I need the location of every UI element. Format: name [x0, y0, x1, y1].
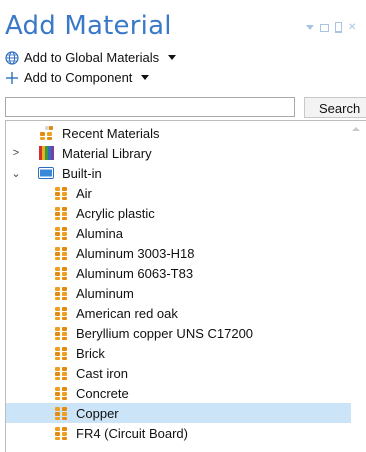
tree-item-label: FR4 (Circuit Board) — [76, 425, 188, 441]
tree-item-material[interactable]: Air — [6, 183, 351, 203]
add-to-component-button[interactable]: Add to Component — [5, 70, 150, 85]
tree-item-recent-materials[interactable]: Recent Materials — [6, 123, 351, 143]
tree-item-material-library[interactable]: > Material Library — [6, 143, 351, 163]
chevron-down-icon — [141, 75, 150, 80]
tree-item-material[interactable]: Cast iron — [6, 363, 351, 383]
search-input[interactable] — [5, 97, 295, 117]
tree-item-material[interactable]: Beryllium copper UNS C17200 — [6, 323, 351, 343]
tree-item-label: Acrylic plastic — [76, 205, 155, 221]
scroll-up-icon[interactable] — [352, 127, 360, 131]
material-icon — [54, 346, 68, 360]
add-to-global-materials-label: Add to Global Materials — [24, 50, 160, 65]
maximize-icon[interactable] — [320, 23, 329, 32]
tree-item-label: American red oak — [76, 305, 178, 321]
globe-icon — [5, 50, 19, 65]
material-icon — [54, 226, 68, 240]
tree-item-label: Cast iron — [76, 365, 129, 381]
tree-item-label: Recent Materials — [62, 125, 160, 141]
material-icon — [54, 366, 68, 380]
tree-item-label: Built-in — [62, 165, 102, 181]
tree-item-built-in[interactable]: ⌄ Built-in — [6, 163, 351, 183]
tree-item-material[interactable]: FR4 (Circuit Board) — [6, 423, 351, 443]
tree-item-material[interactable]: Aluminum 6063-T83 — [6, 263, 351, 283]
material-icon — [54, 406, 68, 420]
material-icon — [54, 286, 68, 300]
plus-icon — [5, 71, 19, 85]
tree-item-material[interactable]: American red oak — [6, 303, 351, 323]
tree-item-label: Brick — [76, 345, 105, 361]
material-icon — [54, 306, 68, 320]
search-button[interactable]: Search — [304, 97, 366, 118]
chevron-down-icon — [168, 55, 177, 60]
tree-item-label: Beryllium copper UNS C17200 — [76, 325, 254, 341]
chevron-down-icon[interactable]: ⌄ — [11, 167, 21, 180]
search-bar: Search — [5, 97, 366, 119]
material-icon — [54, 186, 68, 200]
folder-icon — [38, 166, 54, 180]
add-to-component-label: Add to Component — [24, 70, 133, 85]
tree-item-material[interactable]: Copper — [6, 403, 351, 423]
material-icon — [54, 426, 68, 440]
window-controls: ✕ — [306, 22, 356, 33]
tree-item-material[interactable]: Aluminum 3003-H18 — [6, 243, 351, 263]
pin-icon[interactable] — [335, 22, 342, 33]
tree-item-label: Concrete — [76, 385, 129, 401]
chevron-right-icon[interactable]: > — [11, 147, 21, 159]
panel-title: Add Material — [5, 11, 172, 41]
material-icon — [54, 386, 68, 400]
tree-item-material[interactable]: Concrete — [6, 383, 351, 403]
tree-item-material[interactable]: Aluminum — [6, 283, 351, 303]
material-tree[interactable]: Recent Materials > Material Library ⌄ Bu… — [5, 120, 366, 452]
library-icon — [39, 146, 54, 160]
material-icon — [54, 246, 68, 260]
material-icon — [54, 266, 68, 280]
add-to-global-materials-button[interactable]: Add to Global Materials — [5, 50, 177, 65]
tree-item-material[interactable]: Acrylic plastic — [6, 203, 351, 223]
material-icon — [54, 326, 68, 340]
tree-item-label: Aluminum — [76, 285, 134, 301]
tree-item-label: Air — [76, 185, 92, 201]
material-icon — [54, 206, 68, 220]
tree-item-label: Aluminum 3003-H18 — [76, 245, 195, 261]
tree-item-label: Alumina — [76, 225, 123, 241]
tree-item-material[interactable]: Brick — [6, 343, 351, 363]
close-icon[interactable]: ✕ — [348, 22, 356, 33]
tree-item-label: Copper — [76, 405, 119, 421]
recent-materials-icon — [39, 126, 53, 140]
tree-item-material[interactable]: Alumina — [6, 223, 351, 243]
tree-item-label: Material Library — [62, 145, 152, 161]
panel-menu-icon[interactable] — [306, 25, 314, 30]
tree-item-label: Aluminum 6063-T83 — [76, 265, 194, 281]
